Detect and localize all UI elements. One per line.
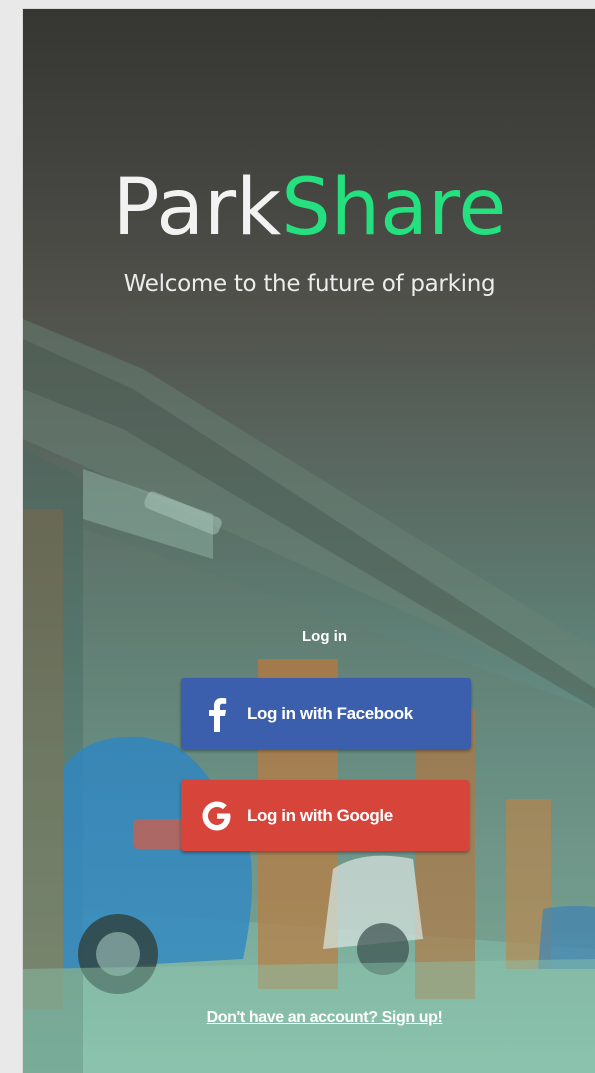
facebook-f-icon [193,678,241,749]
google-login-button[interactable]: Log in with Google [181,780,469,851]
logo-text-part2: Share [281,163,507,253]
signup-link[interactable]: Don't have an account? Sign up! [23,1009,595,1027]
login-heading: Log in [302,628,347,645]
google-g-icon [193,780,241,851]
facebook-button-label: Log in with Facebook [247,703,413,723]
app-logo: ParkShare [23,169,595,247]
app-screen: ParkShare Welcome to the future of parki… [22,8,595,1073]
logo-text-part1: Park [112,163,282,253]
facebook-login-button[interactable]: Log in with Facebook [181,678,471,749]
google-button-label: Log in with Google [247,805,393,825]
tagline: Welcome to the future of parking [123,271,496,297]
